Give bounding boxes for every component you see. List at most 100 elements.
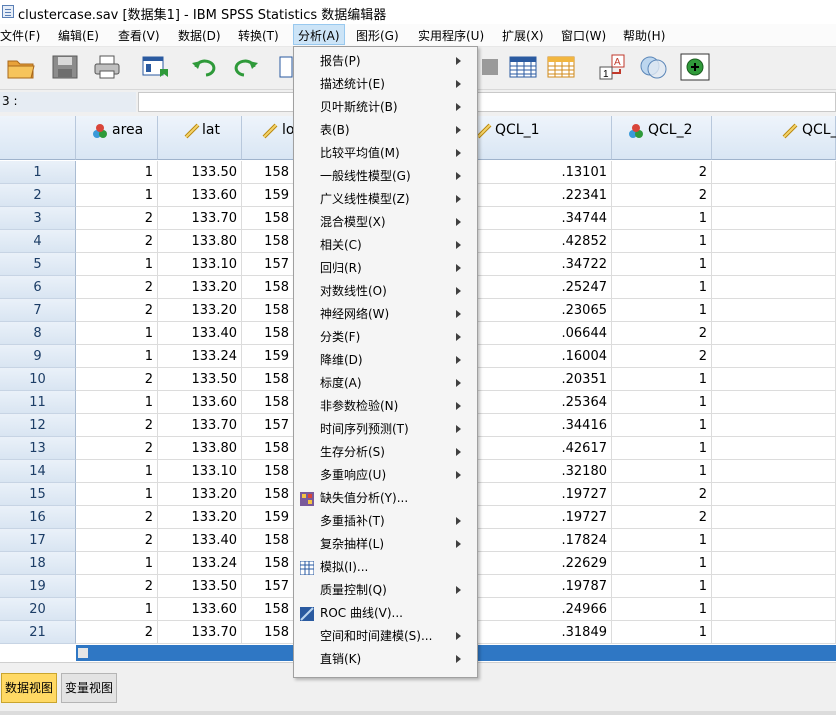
cell-qcl1[interactable]: .13101 <box>478 161 612 184</box>
cell-qcl2[interactable]: 1 <box>612 529 712 552</box>
menu-transform[interactable]: 转换(T) <box>238 27 279 44</box>
cell-empty[interactable] <box>712 552 836 575</box>
cell-empty[interactable] <box>712 184 836 207</box>
analyze-menu-item[interactable]: 对数线性(O) <box>294 280 477 303</box>
row-header[interactable]: 13 <box>0 437 76 460</box>
analyze-menu-item[interactable]: 描述统计(E) <box>294 73 477 96</box>
analyze-menu-item[interactable]: 回归(R) <box>294 257 477 280</box>
cell-lat[interactable]: 133.60 <box>158 391 242 414</box>
cell-qcl2[interactable]: 1 <box>612 299 712 322</box>
analyze-menu-item[interactable]: 非参数检验(N) <box>294 395 477 418</box>
cell-qcl2[interactable]: 1 <box>612 552 712 575</box>
cell-lat[interactable]: 133.50 <box>158 368 242 391</box>
cell-lat[interactable]: 133.10 <box>158 460 242 483</box>
cell-qcl1[interactable]: .31849 <box>478 621 612 644</box>
column-header-qcl3[interactable]: QCL_ <box>712 116 836 160</box>
select-cases-icon[interactable] <box>546 53 576 81</box>
analyze-menu-item[interactable]: 比较平均值(M) <box>294 142 477 165</box>
menu-analyze[interactable]: 分析(A) <box>293 24 345 45</box>
tab-variable-view[interactable]: 变量视图 <box>61 673 118 703</box>
cell-empty[interactable] <box>712 230 836 253</box>
cell-lo[interactable]: 158 <box>242 230 294 253</box>
tab-data-view[interactable]: 数据视图 <box>1 673 58 703</box>
cell-empty[interactable] <box>712 391 836 414</box>
cell-qcl1[interactable]: .42617 <box>478 437 612 460</box>
cell-qcl2[interactable]: 2 <box>612 345 712 368</box>
cell-area[interactable]: 2 <box>76 437 158 460</box>
cell-lo[interactable]: 158 <box>242 621 294 644</box>
cell-lat[interactable]: 133.50 <box>158 575 242 598</box>
analyze-menu-item[interactable]: 直销(K) <box>294 648 477 671</box>
cell-qcl1[interactable]: .22629 <box>478 552 612 575</box>
cell-qcl2[interactable]: 2 <box>612 483 712 506</box>
row-header[interactable]: 7 <box>0 299 76 322</box>
cell-qcl2[interactable]: 1 <box>612 460 712 483</box>
cell-qcl2[interactable]: 2 <box>612 322 712 345</box>
cell-area[interactable]: 1 <box>76 345 158 368</box>
cell-qcl2[interactable]: 1 <box>612 391 712 414</box>
menu-graphs[interactable]: 图形(G) <box>356 27 399 44</box>
cell-lo[interactable]: 157 <box>242 575 294 598</box>
row-header[interactable]: 21 <box>0 621 76 644</box>
cell-qcl2[interactable]: 1 <box>612 621 712 644</box>
cell-area[interactable]: 1 <box>76 253 158 276</box>
cell-empty[interactable] <box>712 598 836 621</box>
cell-qcl1[interactable]: .25364 <box>478 391 612 414</box>
cell-qcl2[interactable]: 2 <box>612 506 712 529</box>
cell-qcl2[interactable]: 1 <box>612 575 712 598</box>
cell-lo[interactable]: 158 <box>242 483 294 506</box>
analyze-menu-item[interactable]: 神经网络(W) <box>294 303 477 326</box>
cell-qcl1[interactable]: .34744 <box>478 207 612 230</box>
cell-empty[interactable] <box>712 345 836 368</box>
row-header[interactable]: 12 <box>0 414 76 437</box>
cell-empty[interactable] <box>712 460 836 483</box>
cell-lat[interactable]: 133.20 <box>158 276 242 299</box>
cell-empty[interactable] <box>712 253 836 276</box>
column-header-qcl1[interactable]: QCL_1 <box>476 116 612 160</box>
column-header-lo[interactable]: lo <box>242 116 294 160</box>
corner-header[interactable] <box>0 116 76 160</box>
column-header-area[interactable]: area <box>76 116 158 160</box>
cell-lo[interactable]: 158 <box>242 437 294 460</box>
analyze-menu-item[interactable]: 广义线性模型(Z) <box>294 188 477 211</box>
row-header[interactable]: 6 <box>0 276 76 299</box>
cell-qcl2[interactable]: 1 <box>612 368 712 391</box>
cell-lo[interactable]: 158 <box>242 276 294 299</box>
cell-area[interactable]: 1 <box>76 552 158 575</box>
cell-lat[interactable]: 133.70 <box>158 414 242 437</box>
cell-qcl2[interactable]: 1 <box>612 598 712 621</box>
cell-qcl1[interactable]: .19787 <box>478 575 612 598</box>
analyze-menu-item[interactable]: 模拟(I)... <box>294 556 477 579</box>
show-all-variables-icon[interactable] <box>680 53 710 81</box>
analyze-menu-item[interactable]: 空间和时间建模(S)... <box>294 625 477 648</box>
analyze-menu-item[interactable]: 相关(C) <box>294 234 477 257</box>
row-header[interactable]: 1 <box>0 161 76 184</box>
analyze-menu-item[interactable]: 混合模型(X) <box>294 211 477 234</box>
analyze-menu-item[interactable]: 标度(A) <box>294 372 477 395</box>
cell-area[interactable]: 1 <box>76 322 158 345</box>
row-header[interactable]: 15 <box>0 483 76 506</box>
cell-value-input[interactable] <box>138 92 836 112</box>
cell-lat[interactable]: 133.40 <box>158 322 242 345</box>
dialog-recall-icon[interactable] <box>140 53 170 81</box>
cell-qcl1[interactable]: .19727 <box>478 483 612 506</box>
menu-window[interactable]: 窗口(W) <box>561 27 606 44</box>
row-header[interactable]: 14 <box>0 460 76 483</box>
cell-area[interactable]: 1 <box>76 391 158 414</box>
scroll-left-icon[interactable] <box>78 648 88 658</box>
cell-lat[interactable]: 133.20 <box>158 483 242 506</box>
menu-file[interactable]: 文件(F) <box>0 27 40 44</box>
analyze-menu-item[interactable]: 时间序列预测(T) <box>294 418 477 441</box>
open-folder-icon[interactable] <box>6 53 36 81</box>
cell-empty[interactable] <box>712 529 836 552</box>
analyze-menu-item[interactable]: 一般线性模型(G) <box>294 165 477 188</box>
redo-icon[interactable] <box>230 53 260 81</box>
cell-qcl2[interactable]: 1 <box>612 253 712 276</box>
row-header[interactable]: 10 <box>0 368 76 391</box>
print-icon[interactable] <box>92 53 122 81</box>
row-header[interactable]: 8 <box>0 322 76 345</box>
cell-empty[interactable] <box>712 368 836 391</box>
row-header[interactable]: 19 <box>0 575 76 598</box>
cell-area[interactable]: 2 <box>76 414 158 437</box>
row-header[interactable]: 5 <box>0 253 76 276</box>
